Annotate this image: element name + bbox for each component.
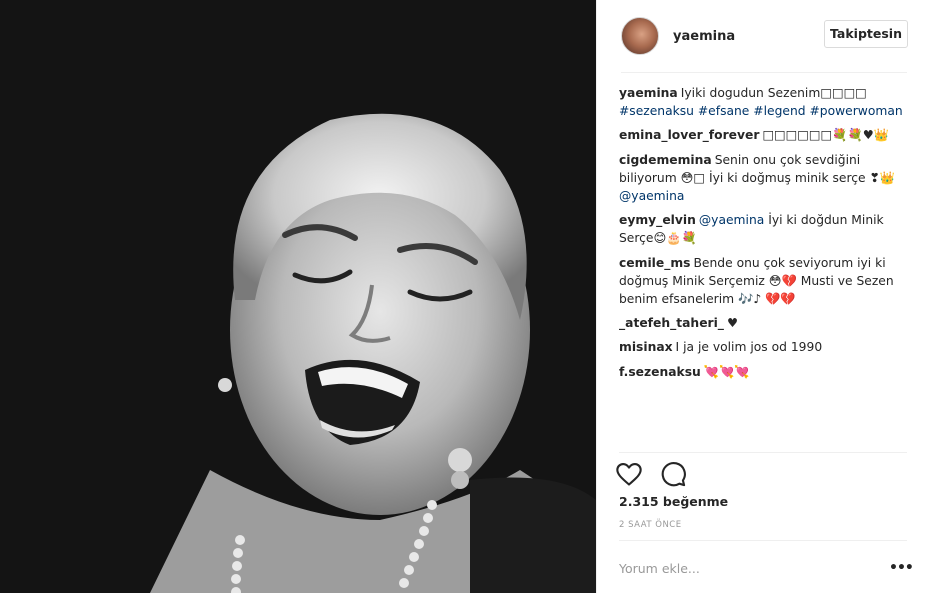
comment-text: 💘💘💘 [703,364,750,379]
comment-list: yaemina Iyiki dogudun Sezenim□□□□ #sezena… [619,84,909,387]
comment-username[interactable]: emina_lover_forever [619,128,759,142]
comment-username[interactable]: _atefeh_taheri_ [619,316,724,330]
author-username[interactable]: yaemina [673,29,735,44]
author-avatar[interactable] [621,17,659,55]
add-comment-input[interactable] [619,556,869,580]
comment-item: eymy_elvin @yaemina İyi ki doğdun Minik S… [619,211,909,247]
portrait-illustration [0,0,596,593]
following-button[interactable]: Takiptesin [824,20,908,48]
post-actions [615,460,689,488]
post-timestamp: 2 SAAT ÖNCE [619,520,682,530]
comment-username[interactable]: eymy_elvin [619,213,696,227]
comment-link[interactable]: #powerwoman [809,104,902,118]
like-count[interactable]: 2.315 beğenme [619,494,728,509]
comment-item: cemile_ms Bende onu çok seviyorum iyi ki … [619,254,909,309]
comment-link[interactable]: #legend [753,104,805,118]
comment-item: yaemina Iyiki dogudun Sezenim□□□□ #sezena… [619,84,909,120]
actions-divider [619,452,907,453]
comment-link[interactable]: @yaemina [619,189,684,203]
comment-item: _atefeh_taheri_ ♥ [619,314,909,332]
comment-text: ♥ [726,316,738,331]
header-divider [621,72,907,73]
post-photo [0,0,596,593]
comment-username[interactable]: misinax [619,340,673,354]
comment-text: I ja je volim jos od 1990 [675,340,823,355]
heart-icon[interactable] [615,460,645,488]
comment-item: misinax I ja je volim jos od 1990 [619,338,909,356]
comment-item: emina_lover_forever □□□□□□💐💐♥👑 [619,126,909,144]
more-options-button[interactable]: ••• [889,560,914,576]
comment-bubble-icon[interactable] [659,460,689,488]
comment-username[interactable]: f.sezenaksu [619,365,701,379]
comment-text: Iyiki dogudun Sezenim□□□□ [680,86,867,100]
comment-username[interactable]: cemile_ms [619,256,691,270]
composer-divider [619,540,907,541]
comment-username[interactable]: cigdememina [619,153,712,167]
comment-link[interactable]: @yaemina [699,213,764,227]
post-side-panel: yaemina Takiptesin yaemina Iyiki dogudun … [596,0,927,593]
comment-text: □□□□□□💐💐♥👑 [762,128,890,143]
comment-item: f.sezenaksu 💘💘💘 [619,363,909,381]
comment-link[interactable]: #sezenaksu [619,104,694,118]
comment-link[interactable]: #efsane [698,104,750,118]
comment-username[interactable]: yaemina [619,86,678,100]
comment-item: cigdememina Senin onu çok sevdiğini biliy… [619,151,909,206]
